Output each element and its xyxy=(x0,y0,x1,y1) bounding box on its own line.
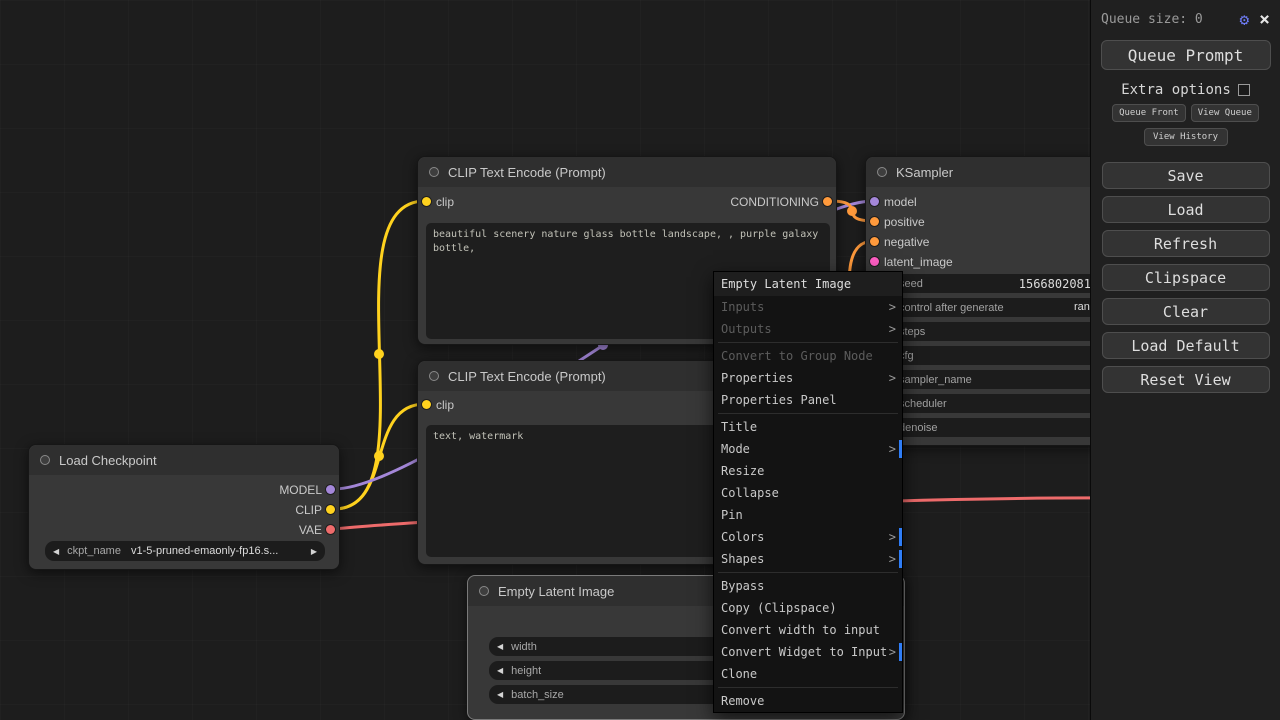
widget-label: ckpt_name xyxy=(67,545,121,557)
model-output-slot[interactable] xyxy=(326,485,335,494)
reset-view-button[interactable]: Reset View xyxy=(1102,366,1270,393)
prev-value-arrow-icon[interactable]: ◀ xyxy=(45,547,67,556)
node-title: KSampler xyxy=(896,165,953,180)
link-midpoint-dot xyxy=(374,349,384,359)
node-title-bar[interactable]: Load Checkpoint xyxy=(29,445,339,475)
collapse-dot-icon[interactable] xyxy=(479,586,489,596)
node-title: CLIP Text Encode (Prompt) xyxy=(448,165,606,180)
conditioning-output-label: CONDITIONING xyxy=(730,195,819,209)
node-load-checkpoint[interactable]: Load Checkpoint MODEL CLIP VAE ◀ ckpt_na… xyxy=(28,444,340,570)
view-history-button[interactable]: View History xyxy=(1144,128,1228,146)
decrement-arrow-icon[interactable]: ◀ xyxy=(489,690,511,699)
seed-value: 1566802081 xyxy=(1019,277,1091,291)
queue-prompt-button[interactable]: Queue Prompt xyxy=(1101,40,1271,70)
context-menu-title: Empty Latent Image xyxy=(714,272,902,296)
decrement-arrow-icon[interactable]: ◀ xyxy=(489,642,511,651)
submenu-arrow-icon: > xyxy=(889,526,896,548)
collapse-dot-icon[interactable] xyxy=(877,167,887,177)
submenu-arrow-icon: > xyxy=(889,438,896,460)
submenu-arrow-icon: > xyxy=(889,296,896,318)
menu-item-copy-clipspace[interactable]: Copy (Clipspace) xyxy=(714,597,902,619)
model-input-slot[interactable] xyxy=(870,197,879,206)
latent-input-slot[interactable] xyxy=(870,257,879,266)
node-title: Empty Latent Image xyxy=(498,584,614,599)
save-button[interactable]: Save xyxy=(1102,162,1270,189)
load-default-button[interactable]: Load Default xyxy=(1102,332,1270,359)
menu-item-title[interactable]: Title xyxy=(714,416,902,438)
decrement-arrow-icon[interactable]: ◀ xyxy=(489,666,511,675)
vae-output-label: VAE xyxy=(299,523,322,537)
menu-item-pin[interactable]: Pin xyxy=(714,504,902,526)
widget-ckpt-name[interactable]: ◀ ckpt_name v1-5-pruned-emaonly-fp16.s..… xyxy=(45,541,325,561)
queue-front-button[interactable]: Queue Front xyxy=(1112,104,1186,122)
positive-input-slot[interactable] xyxy=(870,217,879,226)
node-title: Load Checkpoint xyxy=(59,453,157,468)
node-graph-canvas[interactable]: CLIP Text Encode (Prompt) clip CONDITION… xyxy=(0,0,1280,720)
link-midpoint-dot xyxy=(847,206,857,216)
collapse-dot-icon[interactable] xyxy=(429,371,439,381)
clip-input-slot[interactable] xyxy=(422,197,431,206)
comfy-menu-panel: Queue size: 0 ⚙ × Queue Prompt Extra opt… xyxy=(1090,0,1280,720)
submenu-arrow-icon: > xyxy=(889,318,896,340)
load-button[interactable]: Load xyxy=(1102,196,1270,223)
menu-item-outputs[interactable]: Outputs > xyxy=(714,318,902,340)
submenu-arrow-icon: > xyxy=(889,641,896,663)
extra-options-label: Extra options xyxy=(1121,82,1231,98)
menu-item-collapse[interactable]: Collapse xyxy=(714,482,902,504)
menu-item-clone[interactable]: Clone xyxy=(714,663,902,685)
menu-item-convert-widget-to-input[interactable]: Convert Widget to Input > xyxy=(714,641,902,663)
submenu-arrow-icon: > xyxy=(889,367,896,389)
view-queue-button[interactable]: View Queue xyxy=(1191,104,1259,122)
model-input-label: model xyxy=(884,195,917,209)
menu-item-properties-panel[interactable]: Properties Panel xyxy=(714,389,902,411)
menu-item-properties[interactable]: Properties > xyxy=(714,367,902,389)
link-midpoint-dot xyxy=(374,451,384,461)
node-context-menu: Empty Latent Image Inputs > Outputs > Co… xyxy=(713,271,903,713)
node-title: CLIP Text Encode (Prompt) xyxy=(448,369,606,384)
menu-item-colors[interactable]: Colors > xyxy=(714,526,902,548)
vae-output-slot[interactable] xyxy=(326,525,335,534)
clear-button[interactable]: Clear xyxy=(1102,298,1270,325)
collapse-dot-icon[interactable] xyxy=(40,455,50,465)
menu-item-resize[interactable]: Resize xyxy=(714,460,902,482)
menu-item-convert-to-group-node[interactable]: Convert to Group Node xyxy=(714,345,902,367)
clip-output-label: CLIP xyxy=(295,503,322,517)
node-title-bar[interactable]: CLIP Text Encode (Prompt) xyxy=(418,157,836,187)
conditioning-output-slot[interactable] xyxy=(823,197,832,206)
positive-input-label: positive xyxy=(884,215,925,229)
latent-input-label: latent_image xyxy=(884,255,953,269)
menu-item-bypass[interactable]: Bypass xyxy=(714,575,902,597)
next-value-arrow-icon[interactable]: ▶ xyxy=(303,547,325,556)
collapse-dot-icon[interactable] xyxy=(429,167,439,177)
submenu-arrow-icon: > xyxy=(889,548,896,570)
menu-item-convert-width-to-input[interactable]: Convert width to input xyxy=(714,619,902,641)
clipspace-button[interactable]: Clipspace xyxy=(1102,264,1270,291)
clip-output-slot[interactable] xyxy=(326,505,335,514)
clip-input-label: clip xyxy=(436,195,454,209)
clip-input-label: clip xyxy=(436,398,454,412)
negative-input-slot[interactable] xyxy=(870,237,879,246)
widget-value: v1-5-pruned-emaonly-fp16.s... xyxy=(131,545,278,557)
menu-item-inputs[interactable]: Inputs > xyxy=(714,296,902,318)
refresh-button[interactable]: Refresh xyxy=(1102,230,1270,257)
negative-input-label: negative xyxy=(884,235,929,249)
close-icon[interactable]: × xyxy=(1259,9,1270,30)
clip-input-slot[interactable] xyxy=(422,400,431,409)
menu-item-remove[interactable]: Remove xyxy=(714,690,902,712)
settings-gear-icon[interactable]: ⚙ xyxy=(1240,10,1250,29)
menu-item-mode[interactable]: Mode > xyxy=(714,438,902,460)
queue-size-label: Queue size: 0 xyxy=(1101,12,1203,27)
menu-item-shapes[interactable]: Shapes > xyxy=(714,548,902,570)
model-output-label: MODEL xyxy=(279,483,322,497)
extra-options-checkbox[interactable] xyxy=(1238,84,1250,96)
